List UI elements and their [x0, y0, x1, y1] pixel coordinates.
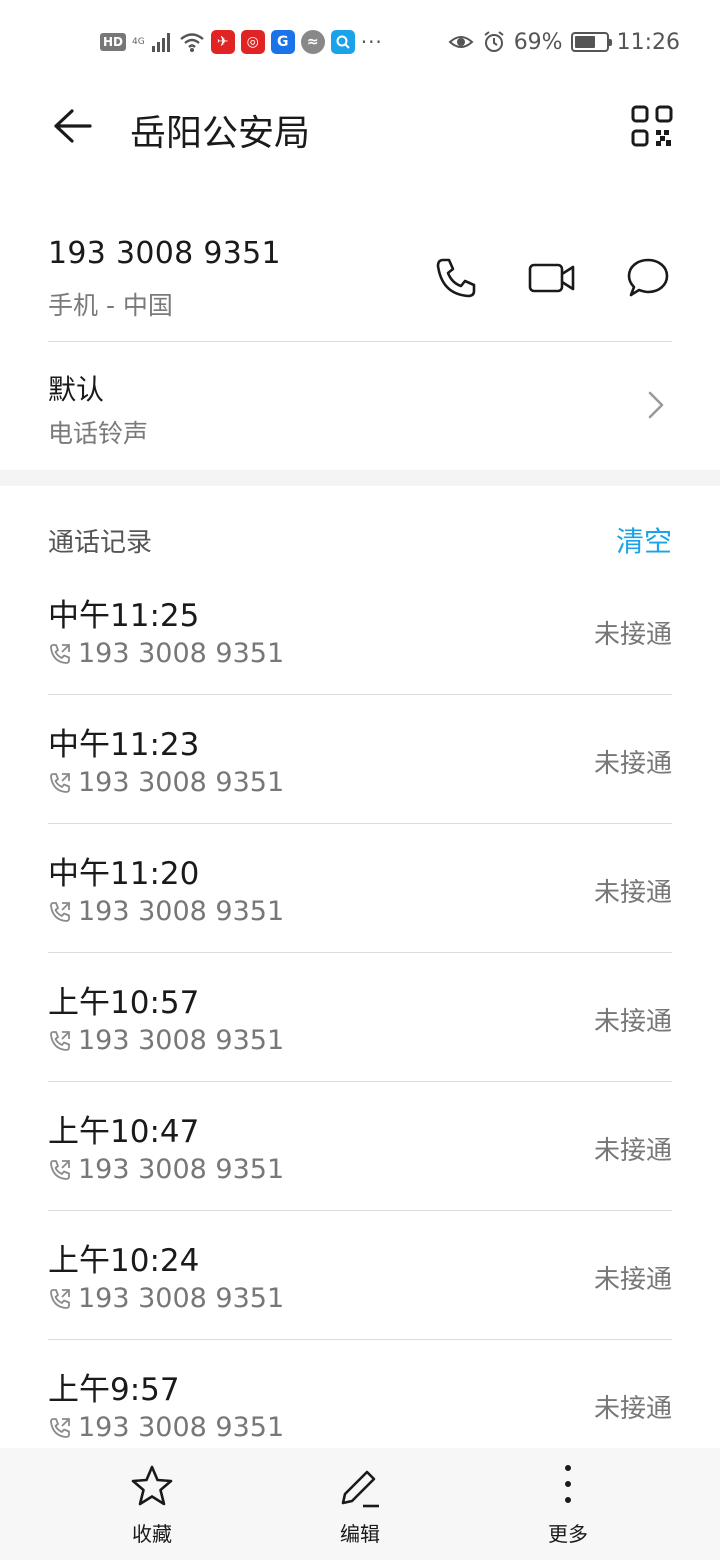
chevron-right-icon	[648, 391, 664, 419]
video-call-icon	[528, 263, 575, 293]
pencil-icon	[336, 1462, 384, 1510]
outgoing-call-icon	[50, 901, 70, 922]
call-number-wrap: 193 3008 9351	[48, 1154, 284, 1185]
ringtone-row[interactable]: 默认 电话铃声	[48, 344, 672, 468]
more-label: 更多	[548, 1522, 588, 1546]
call-log-title: 通话记录	[48, 528, 153, 558]
status-bar-right: 69% 11:26	[448, 28, 680, 56]
call-number: 193 3008 9351	[78, 1412, 285, 1443]
call-time: 上午10:57	[48, 985, 200, 1021]
contact-number-row[interactable]: 193 3008 9351 手机 - 中国	[48, 220, 672, 340]
app-notification-icon: G	[270, 30, 295, 54]
ringtone-value: 默认	[48, 373, 105, 406]
call-log-list: 中午11:25 193 3008 9351 未接通 中午11:23 193 3008 9…	[48, 566, 672, 1469]
outgoing-call-icon	[50, 1030, 70, 1051]
video-call-button[interactable]	[524, 250, 580, 306]
favorite-button[interactable]: 收藏	[92, 1462, 212, 1552]
call-time: 上午9:57	[48, 1372, 180, 1408]
battery-percent: 69%	[513, 29, 563, 55]
call-log-item[interactable]: 上午10:47 193 3008 9351 未接通	[48, 1082, 672, 1211]
call-time: 中午11:23	[48, 727, 200, 763]
status-bar: HD 4G ✈ ◎ G ≈ ··· 69% 11:26	[0, 0, 720, 84]
phone-type: 手机 - 中国	[48, 291, 173, 320]
divider	[48, 341, 672, 342]
call-time: 中午11:20	[48, 856, 200, 892]
message-button[interactable]	[620, 250, 676, 306]
call-number-wrap: 193 3008 9351	[48, 638, 284, 669]
call-number-wrap: 193 3008 9351	[48, 1412, 284, 1443]
outgoing-call-icon	[50, 1159, 70, 1180]
call-button[interactable]	[428, 250, 484, 306]
app-notification-icon: ≈	[300, 30, 325, 54]
outgoing-call-icon	[50, 1288, 70, 1309]
call-log-item[interactable]: 上午10:24 193 3008 9351 未接通	[48, 1211, 672, 1340]
call-log-item[interactable]: 中午11:25 193 3008 9351 未接通	[48, 566, 672, 695]
call-log-item[interactable]: 上午10:57 193 3008 9351 未接通	[48, 953, 672, 1082]
call-status: 未接通	[593, 1007, 672, 1037]
edit-label: 编辑	[340, 1522, 380, 1546]
qr-code-icon	[631, 105, 673, 147]
outgoing-call-icon	[50, 1417, 70, 1438]
cell-signal-icon	[151, 33, 170, 52]
status-bar-left: HD 4G ✈ ◎ G ≈ ···	[100, 28, 383, 56]
phone-number: 193 3008 9351	[48, 236, 281, 271]
wifi-icon	[179, 33, 204, 52]
call-status: 未接通	[593, 620, 672, 650]
outgoing-call-icon	[50, 643, 70, 664]
call-time: 上午10:47	[48, 1114, 200, 1150]
clock: 11:26	[616, 29, 680, 55]
call-status: 未接通	[593, 749, 672, 779]
favorite-label: 收藏	[132, 1522, 172, 1546]
eye-icon	[448, 36, 474, 48]
bottom-toolbar: 收藏 编辑 更多	[0, 1448, 720, 1560]
call-time: 中午11:25	[48, 598, 200, 634]
back-button[interactable]	[46, 100, 98, 152]
app-header: 岳阳公安局	[0, 84, 720, 172]
battery-fill	[574, 36, 596, 48]
network-type: 4G	[132, 36, 145, 47]
qr-code-button[interactable]	[628, 102, 676, 150]
call-log-item[interactable]: 中午11:20 193 3008 9351 未接通	[48, 824, 672, 953]
more-button[interactable]: 更多	[508, 1462, 628, 1552]
call-status: 未接通	[593, 1265, 672, 1295]
phone-icon	[436, 258, 476, 298]
call-number: 193 3008 9351	[78, 767, 285, 798]
hd-badge: HD	[100, 33, 127, 51]
call-number: 193 3008 9351	[78, 1283, 285, 1314]
call-number-wrap: 193 3008 9351	[48, 767, 284, 798]
clear-button[interactable]: 清空	[616, 520, 672, 560]
star-icon	[128, 1462, 176, 1510]
alarm-icon	[484, 31, 504, 52]
ringtone-label: 电话铃声	[48, 419, 149, 448]
call-number: 193 3008 9351	[78, 638, 285, 669]
call-number-wrap: 193 3008 9351	[48, 1283, 284, 1314]
call-status: 未接通	[593, 1394, 672, 1424]
page-title: 岳阳公安局	[130, 113, 311, 154]
call-log-header: 通话记录 清空	[48, 508, 672, 568]
call-status: 未接通	[593, 878, 672, 908]
network-label: 4G	[132, 36, 145, 47]
call-number: 193 3008 9351	[78, 1154, 285, 1185]
call-number: 193 3008 9351	[78, 1025, 285, 1056]
section-separator	[0, 470, 720, 486]
call-number-wrap: 193 3008 9351	[48, 896, 284, 927]
call-status: 未接通	[593, 1136, 672, 1166]
call-number-wrap: 193 3008 9351	[48, 1025, 284, 1056]
outgoing-call-icon	[50, 772, 70, 793]
search-app-icon	[330, 30, 355, 54]
app-notification-icon: ✈	[210, 30, 235, 54]
back-arrow-icon	[54, 109, 92, 143]
message-icon	[627, 258, 669, 297]
call-log-item[interactable]: 中午11:23 193 3008 9351 未接通	[48, 695, 672, 824]
call-time: 上午10:24	[48, 1243, 200, 1279]
more-vertical-icon	[544, 1462, 592, 1510]
more-notifications-icon: ···	[360, 30, 383, 54]
edit-button[interactable]: 编辑	[300, 1462, 420, 1552]
app-notification-icon: ◎	[240, 30, 265, 54]
battery-icon	[570, 32, 612, 52]
call-number: 193 3008 9351	[78, 896, 285, 927]
